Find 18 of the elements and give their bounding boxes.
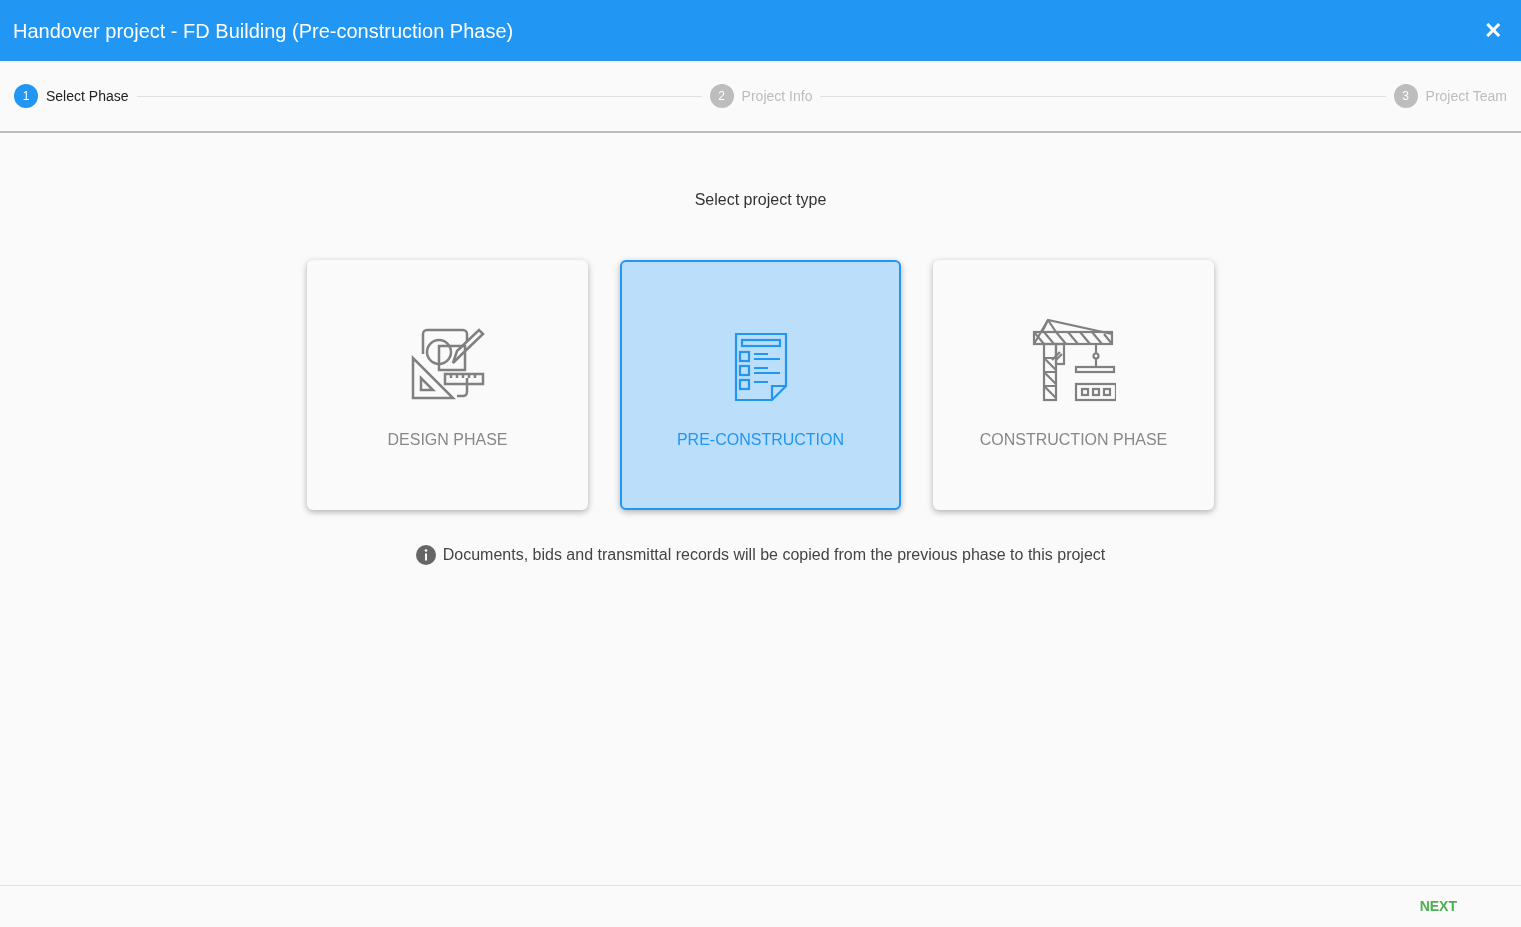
- step-label[interactable]: Select Phase: [46, 85, 129, 107]
- step-label[interactable]: Project Info: [741, 85, 813, 107]
- phase-card[interactable]: CONSTRUCTION PHASE: [933, 260, 1214, 510]
- next-button[interactable]: NEXT: [1419, 896, 1457, 917]
- step-number: 2: [709, 84, 734, 108]
- phase-card[interactable]: DESIGN PHASE: [307, 260, 588, 510]
- section-heading: Select project type: [694, 190, 827, 210]
- drafting-tools-icon: [410, 328, 485, 402]
- tower-crane-icon: [1031, 318, 1116, 402]
- step-number: 1: [14, 84, 38, 108]
- info-icon: [415, 545, 436, 565]
- info-message: Documents, bids and transmittal records will be copied from the previous phase to this project: [442, 545, 1106, 565]
- step-number: 3: [1393, 84, 1418, 108]
- phase-card[interactable]: PRE-CONSTRUCTION: [620, 260, 901, 510]
- step-label[interactable]: Project Team: [1425, 85, 1507, 107]
- checklist-document-icon: [733, 332, 788, 402]
- window-title: Handover project - FD Building (Pre-construction Phase): [13, 18, 514, 44]
- close-button[interactable]: ✕: [1484, 19, 1508, 42]
